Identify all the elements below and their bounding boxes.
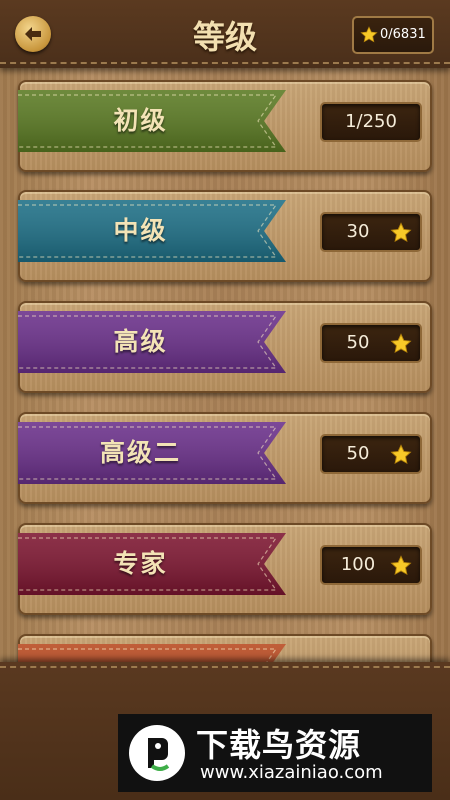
level-name: 专家	[113, 549, 168, 578]
level-requirement-value: 1/250	[345, 111, 397, 132]
star-icon	[390, 555, 412, 576]
watermark-title: 下载鸟资源	[196, 726, 362, 764]
level-ribbon: 专家	[18, 533, 288, 595]
watermark-url: www.xiazainiao.com	[200, 762, 383, 783]
level-card[interactable]: 高级二 50	[18, 412, 432, 504]
level-requirement-value: 30	[346, 221, 370, 242]
star-icon	[390, 444, 412, 465]
star-icon	[360, 26, 378, 43]
level-name: 初级	[113, 106, 168, 135]
level-name: 高级二	[99, 438, 181, 467]
level-ribbon: 初级	[18, 90, 288, 152]
watermark-banner: 下载鸟资源 www.xiazainiao.com	[118, 714, 432, 792]
level-name: 中级	[113, 216, 168, 245]
star-count: 0/6831	[380, 27, 426, 42]
star-icon	[390, 333, 412, 354]
level-requirement: 100	[320, 545, 422, 585]
level-card[interactable]: 专家 100	[18, 523, 432, 615]
level-requirement: 50	[320, 323, 422, 363]
star-icon	[390, 222, 412, 243]
level-requirement-value: 50	[346, 443, 370, 464]
level-card[interactable]: 中级 30	[18, 190, 432, 282]
level-ribbon: 中级	[18, 200, 288, 262]
star-counter: 0/6831	[352, 16, 434, 54]
level-ribbon: 高级二	[18, 422, 288, 484]
level-requirement-value: 50	[346, 332, 370, 353]
level-ribbon: 高级	[18, 311, 288, 373]
level-requirement-value: 100	[340, 554, 376, 575]
level-requirement: 30	[320, 212, 422, 252]
level-name: 高级	[113, 327, 168, 356]
level-requirement: 50	[320, 434, 422, 474]
level-requirement: 1/250	[320, 102, 422, 142]
level-card[interactable]: 高级 50	[18, 301, 432, 393]
header-bar: 等级 0/6831	[0, 0, 450, 68]
bird-logo-icon	[129, 725, 185, 781]
level-card[interactable]: 初级 1/250	[18, 80, 432, 172]
